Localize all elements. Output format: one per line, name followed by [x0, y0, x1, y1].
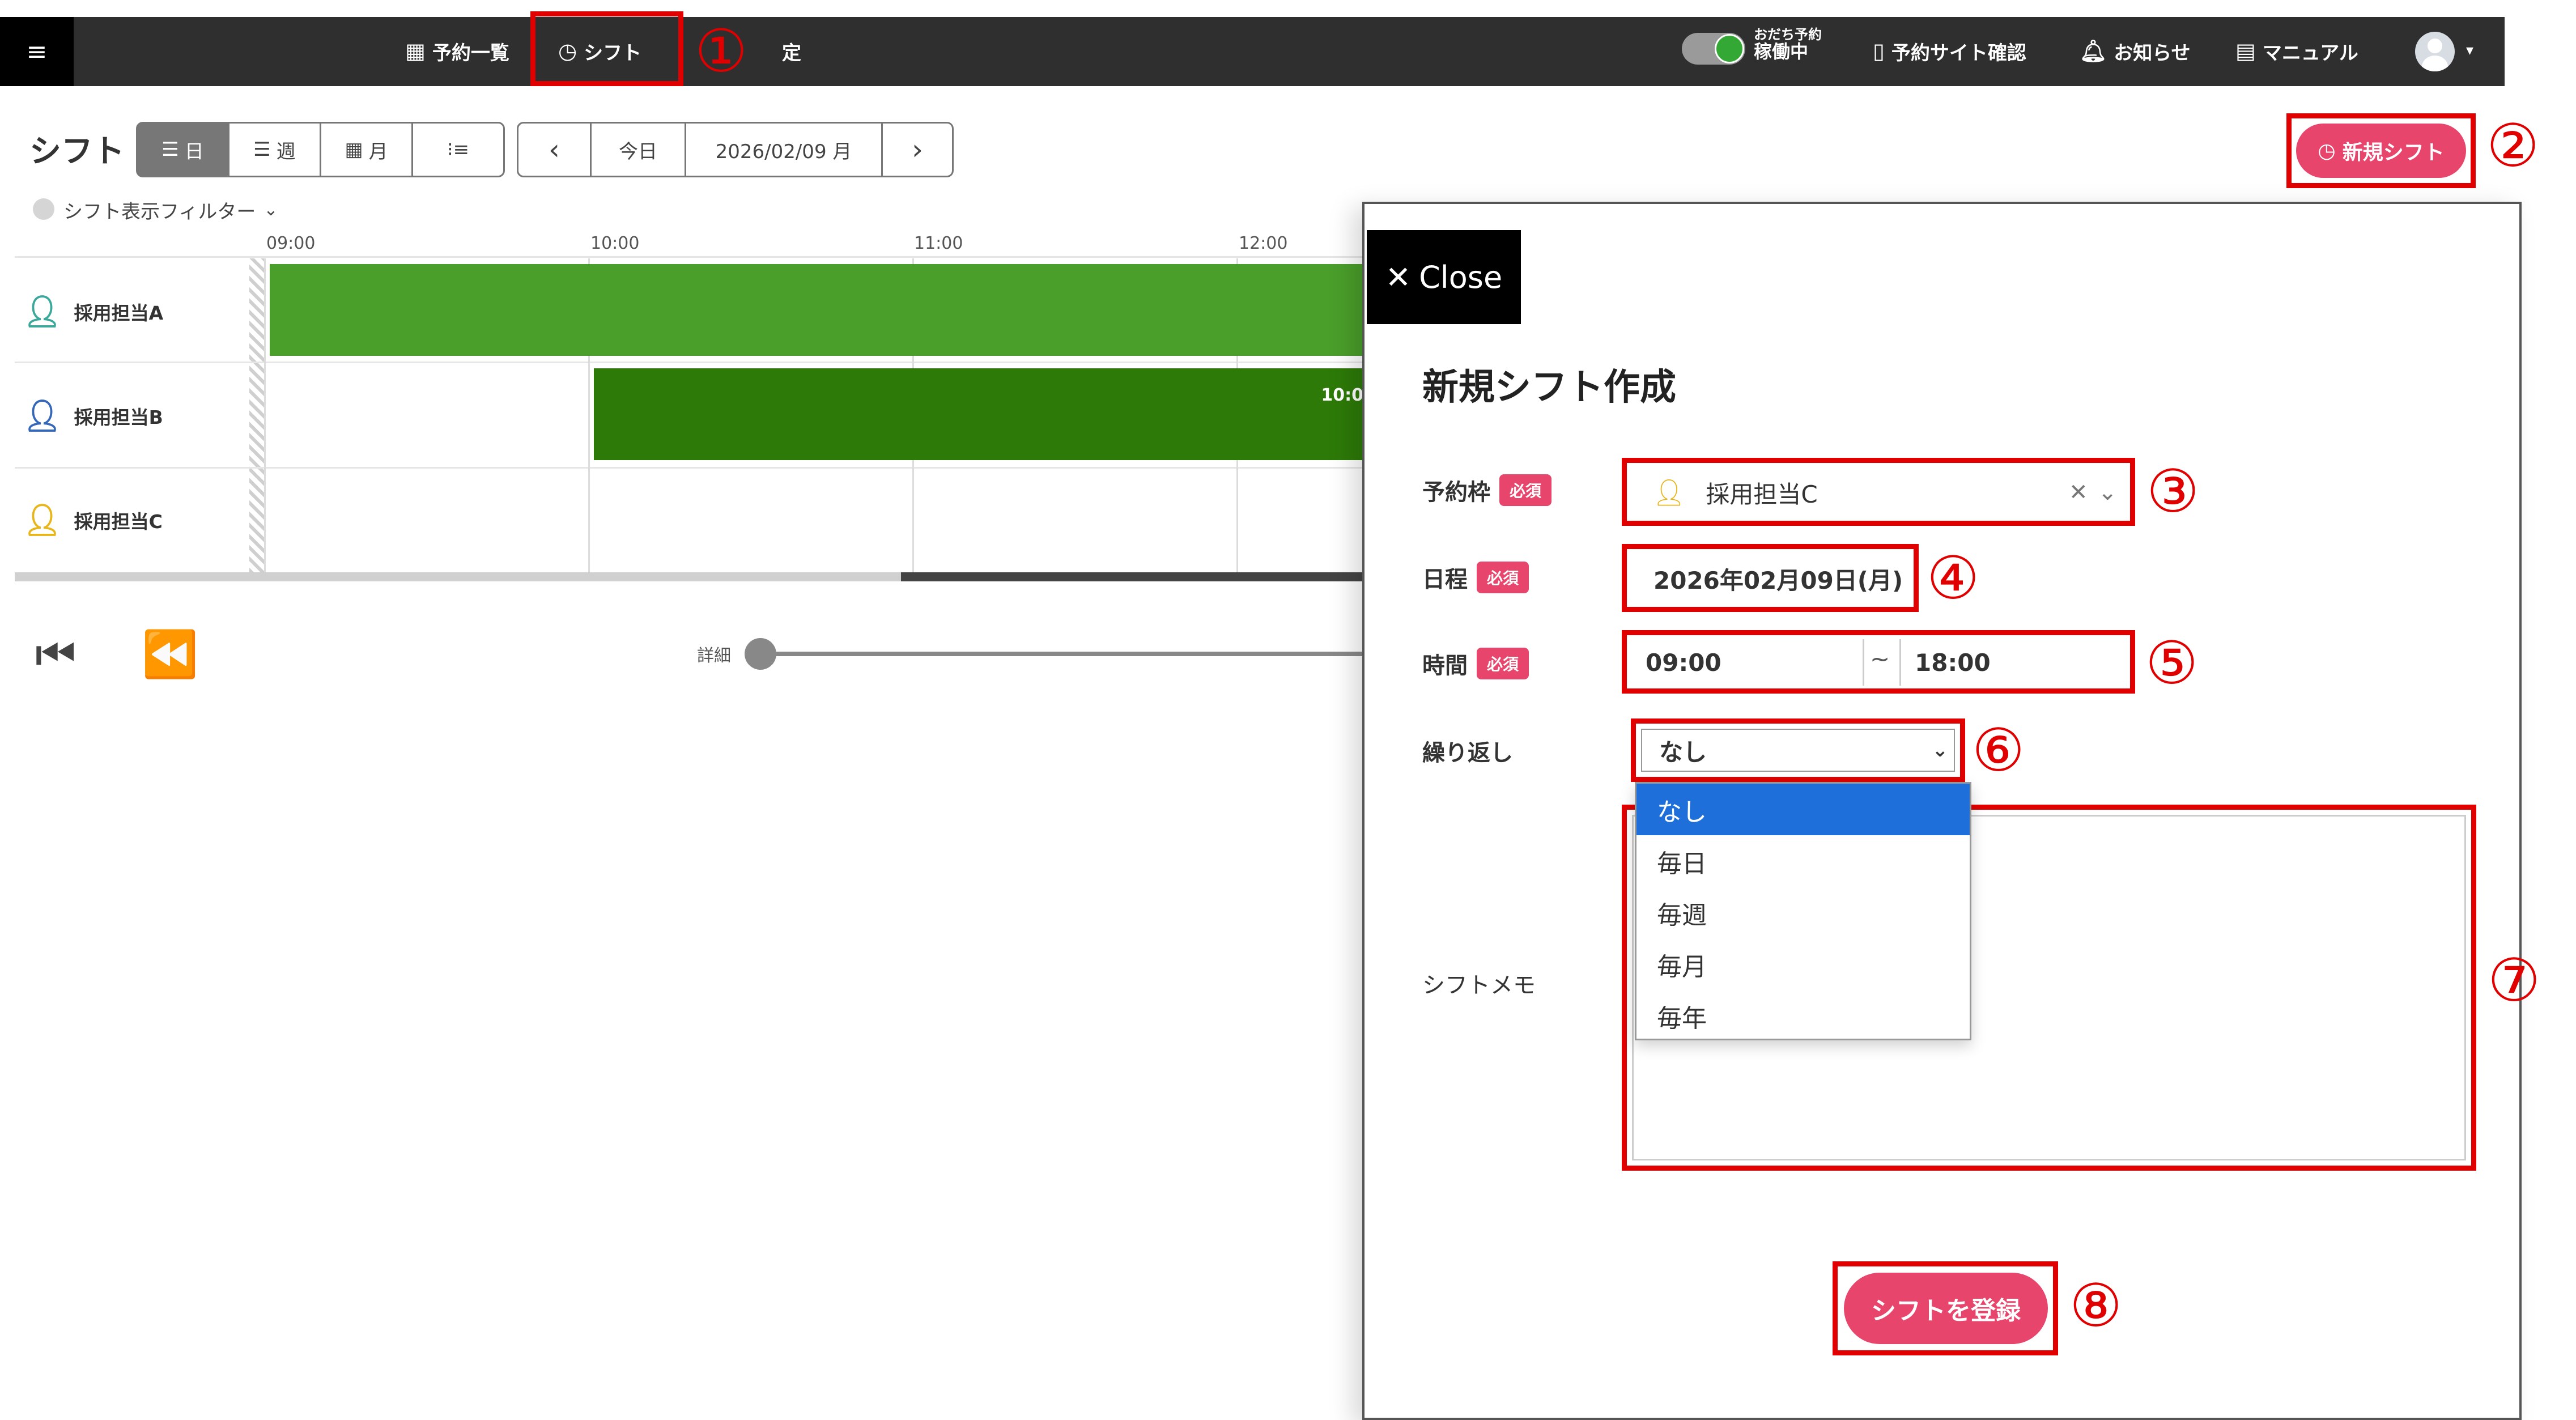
time-label-row: 時間 必須: [1422, 647, 1529, 680]
annotation-7: ⑦: [2488, 946, 2541, 1015]
hour-label: 10:00: [590, 233, 640, 253]
date-input[interactable]: 2026年02月09日(月): [1633, 554, 1908, 603]
person-icon: 👤︎: [23, 502, 62, 538]
chevron-down-icon: ⌄: [1932, 739, 1949, 762]
date-display[interactable]: 2026/02/09 月: [685, 122, 883, 177]
book-icon: ▤: [2235, 39, 2256, 63]
annotation-6: ⑥: [1972, 716, 2025, 785]
person-icon: 👤︎: [23, 294, 62, 329]
required-badge: 必須: [1477, 648, 1529, 679]
rewind-icon[interactable]: ⏪: [142, 628, 198, 681]
filter-dot-icon: [33, 198, 54, 220]
next-button[interactable]: ›: [881, 122, 954, 177]
repeat-option-weekly[interactable]: 毎週: [1636, 887, 1970, 938]
time-separator: ~: [1870, 645, 1890, 673]
shift-bar-b[interactable]: 10:0: [594, 368, 1363, 460]
repeat-select[interactable]: なし ⌄: [1641, 729, 1955, 772]
bell-icon: 🔔︎: [2080, 38, 2107, 63]
register-shift-button[interactable]: シフトを登録: [1844, 1273, 2048, 1344]
operation-toggle[interactable]: [1682, 33, 1745, 65]
skip-first-icon[interactable]: ⏮: [35, 628, 76, 681]
page-title: シフト: [29, 133, 125, 170]
calendar-icon: ▦: [345, 138, 363, 161]
hamburger-menu-button[interactable]: ≡: [0, 17, 74, 86]
bullet-list-icon: ⁝≡: [447, 138, 470, 161]
calendar-icon: ▦: [405, 39, 426, 63]
required-badge: 必須: [1477, 562, 1529, 593]
staff-row-b[interactable]: 👤︎ 採用担当B: [23, 398, 163, 434]
zoom-slider-handle[interactable]: [745, 638, 776, 670]
list-icon: ☰: [253, 138, 271, 161]
caret-down-icon[interactable]: ▾: [2466, 42, 2473, 59]
time-end-input[interactable]: 18:00: [1899, 639, 2125, 686]
phone-icon: ▯: [1873, 39, 1885, 63]
nav-notice[interactable]: 🔔︎ お知らせ: [2080, 34, 2191, 68]
shift-bar-a[interactable]: [270, 264, 1363, 356]
required-badge: 必須: [1499, 474, 1552, 506]
annotation-3: ③: [2146, 457, 2200, 526]
clock-icon: ◷: [2318, 139, 2336, 163]
annotation-4: ④: [1927, 543, 1980, 613]
repeat-option-daily[interactable]: 毎日: [1636, 835, 1970, 887]
scrollbar-thumb[interactable]: [901, 572, 1363, 581]
close-button[interactable]: ✕ Close: [1367, 230, 1521, 324]
view-week-button[interactable]: ☰ 週: [228, 122, 321, 177]
close-icon: ✕: [1385, 259, 1412, 295]
avatar[interactable]: [2415, 32, 2455, 71]
memo-label: シフトメモ: [1422, 972, 1536, 998]
chevron-down-icon: ⌄: [263, 200, 278, 220]
nav-manual[interactable]: ▤ マニュアル: [2235, 34, 2358, 68]
list-icon: ☰: [161, 138, 179, 161]
annotation-5: ⑤: [2145, 628, 2199, 698]
nav-shift[interactable]: ◷ シフト: [558, 34, 641, 68]
clock-icon: ◷: [558, 39, 577, 63]
slot-select[interactable]: 👤︎ 採用担当C ✕ ⌄: [1632, 468, 2125, 517]
repeat-option-monthly[interactable]: 毎月: [1636, 938, 1970, 990]
hour-label: 09:00: [266, 233, 316, 253]
new-shift-button[interactable]: ◷ 新規シフト: [2296, 124, 2466, 178]
slot-label-row: 予約枠 必須: [1422, 474, 1552, 507]
timeline-hatch: [249, 258, 264, 572]
zoom-label: 詳細: [697, 646, 731, 666]
annotation-2: ②: [2486, 111, 2540, 180]
annotation-8: ⑧: [2069, 1271, 2123, 1340]
zoom-slider-track[interactable]: [759, 652, 1363, 656]
toggle-label: おだち予約 稼働中: [1754, 27, 1822, 63]
hour-label: 11:00: [914, 233, 963, 253]
repeat-label: 繰り返し: [1422, 740, 1513, 766]
shift-filter-toggle[interactable]: シフト表示フィルター ⌄: [63, 196, 278, 224]
nav-settings[interactable]: 定: [782, 34, 801, 68]
repeat-option-none[interactable]: なし: [1636, 784, 1970, 835]
time-start-input[interactable]: 09:00: [1632, 639, 1864, 686]
hamburger-icon: ≡: [26, 37, 48, 66]
today-button[interactable]: 今日: [590, 122, 686, 177]
panel-title: 新規シフト作成: [1422, 367, 1676, 409]
repeat-option-yearly[interactable]: 毎年: [1636, 990, 1970, 1041]
staff-row-a[interactable]: 👤︎ 採用担当A: [23, 294, 163, 330]
prev-button[interactable]: ‹: [517, 122, 592, 177]
nav-site-check[interactable]: ▯ 予約サイト確認: [1873, 34, 2026, 68]
repeat-dropdown-list: なし 毎日 毎週 毎月 毎年: [1635, 782, 1971, 1040]
hour-label: 12:00: [1239, 233, 1288, 253]
nav-booking-list[interactable]: ▦ 予約一覧: [405, 34, 509, 68]
view-day-button[interactable]: ☰ 日: [136, 122, 229, 177]
date-label-row: 日程 必須: [1422, 561, 1529, 594]
staff-row-c[interactable]: 👤︎ 採用担当C: [23, 502, 163, 538]
annotation-1: ①: [695, 16, 748, 86]
person-icon: 👤︎: [23, 398, 62, 433]
toggle-knob: [1715, 34, 1744, 63]
chevron-down-icon[interactable]: ⌄: [2098, 479, 2117, 505]
view-month-button[interactable]: ▦ 月: [320, 122, 413, 177]
person-icon: 👤︎: [1652, 477, 1686, 508]
view-list-button[interactable]: ⁝≡: [411, 122, 505, 177]
clear-icon[interactable]: ✕: [2069, 479, 2088, 505]
